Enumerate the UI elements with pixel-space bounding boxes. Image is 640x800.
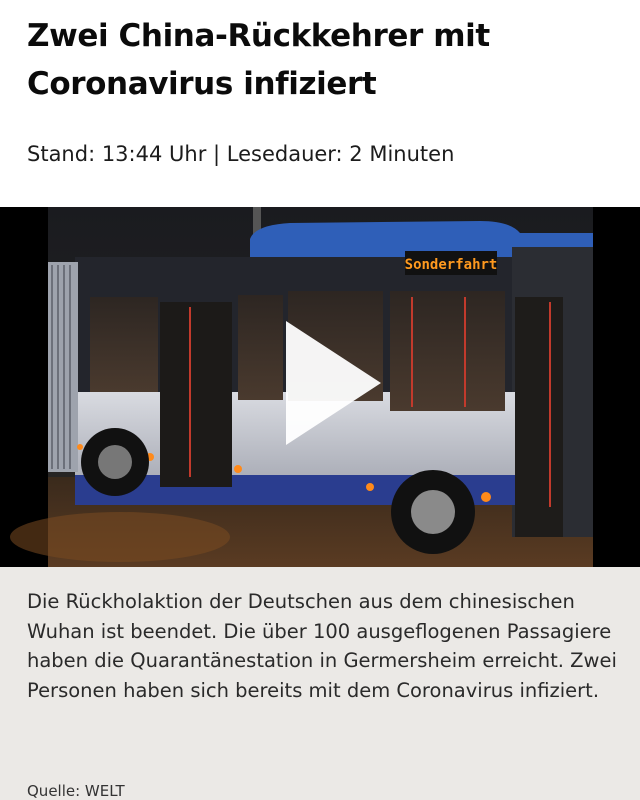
article-teaser: Die Rückholaktion der Deutschen aus dem … <box>0 567 640 800</box>
teaser-text: Die Rückholaktion der Deutschen aus dem … <box>27 590 617 702</box>
play-icon[interactable] <box>0 207 640 567</box>
article-header: Zwei China-Rückkehrer mit Coronavirus in… <box>0 0 640 207</box>
source-credit: Quelle: WELT <box>27 782 125 800</box>
article-headline: Zwei China-Rückkehrer mit Coronavirus in… <box>27 18 490 102</box>
article-meta: Stand: 13:44 Uhr | Lesedauer: 2 Minuten <box>27 142 455 166</box>
video-player[interactable]: Sonderfahrt <box>0 207 640 567</box>
